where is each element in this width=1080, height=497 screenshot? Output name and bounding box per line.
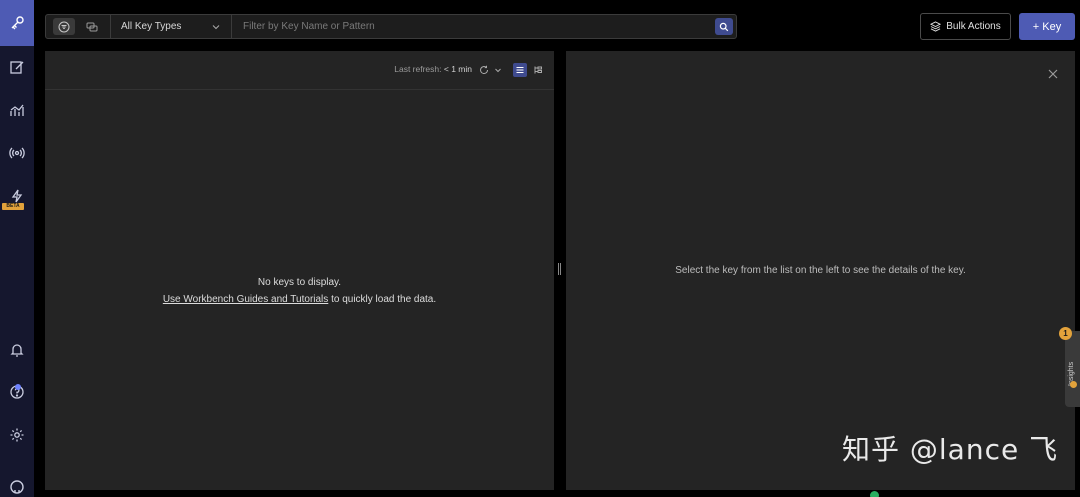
key-filter-bar: All Key Types	[45, 14, 737, 39]
search-mode-icon[interactable]	[81, 18, 103, 35]
bulk-actions-label: Bulk Actions	[946, 21, 1001, 32]
bell-icon[interactable]	[5, 338, 29, 362]
sidebar: BETA	[0, 0, 34, 497]
last-refresh-label: Last refresh:	[394, 64, 442, 74]
view-toggle-group	[46, 15, 111, 38]
bulk-actions-button[interactable]: Bulk Actions	[920, 13, 1011, 40]
search-input[interactable]	[232, 15, 715, 38]
watermark: 知乎 @lance 飞	[842, 433, 1059, 466]
analytics-icon[interactable]	[5, 98, 29, 122]
chevron-down-icon[interactable]	[491, 63, 505, 77]
gear-icon[interactable]	[5, 423, 29, 447]
key-type-value: All Key Types	[121, 21, 182, 32]
layers-icon	[930, 21, 942, 32]
empty-keys-hint: Use Workbench Guides and Tutorials to qu…	[45, 291, 554, 308]
search-icon	[719, 22, 729, 31]
keys-list-header: Last refresh: < 1 min	[45, 51, 554, 90]
tree-view-icon[interactable]	[531, 63, 545, 77]
add-key-button[interactable]: + Key	[1019, 13, 1075, 40]
key-type-select[interactable]: All Key Types	[111, 15, 232, 38]
insights-count-badge: 1	[1059, 327, 1072, 340]
empty-keys-suffix: to quickly load the data.	[328, 294, 437, 305]
keys-list-panel: Last refresh: < 1 min No keys to display…	[45, 51, 554, 497]
insights-tab[interactable]: Insights	[1065, 331, 1080, 407]
beta-badge: BETA	[2, 203, 24, 210]
key-icon[interactable]	[5, 11, 29, 35]
last-refresh: Last refresh: < 1 min	[394, 64, 472, 74]
empty-keys-message: No keys to display. Use Workbench Guides…	[45, 274, 554, 308]
notification-dot	[15, 384, 21, 390]
chevron-down-icon	[212, 24, 220, 29]
pubsub-icon[interactable]	[5, 141, 29, 165]
key-details-placeholder: Select the key from the list on the left…	[675, 265, 966, 276]
refresh-icon[interactable]	[477, 63, 491, 77]
connection-status-icon	[870, 491, 879, 497]
workbench-guides-link[interactable]: Use Workbench Guides and Tutorials	[163, 294, 328, 305]
search-button[interactable]	[715, 18, 733, 35]
edit-icon[interactable]	[5, 55, 29, 79]
last-refresh-value: < 1 min	[443, 64, 472, 74]
lightbulb-icon	[1070, 381, 1077, 388]
status-bar	[45, 490, 1080, 497]
panel-resize-handle[interactable]	[557, 263, 562, 275]
list-view-icon[interactable]	[513, 63, 527, 77]
empty-keys-title: No keys to display.	[257, 277, 342, 288]
github-icon[interactable]	[5, 475, 29, 497]
filter-icon[interactable]	[53, 18, 75, 35]
close-icon[interactable]	[1047, 68, 1059, 80]
